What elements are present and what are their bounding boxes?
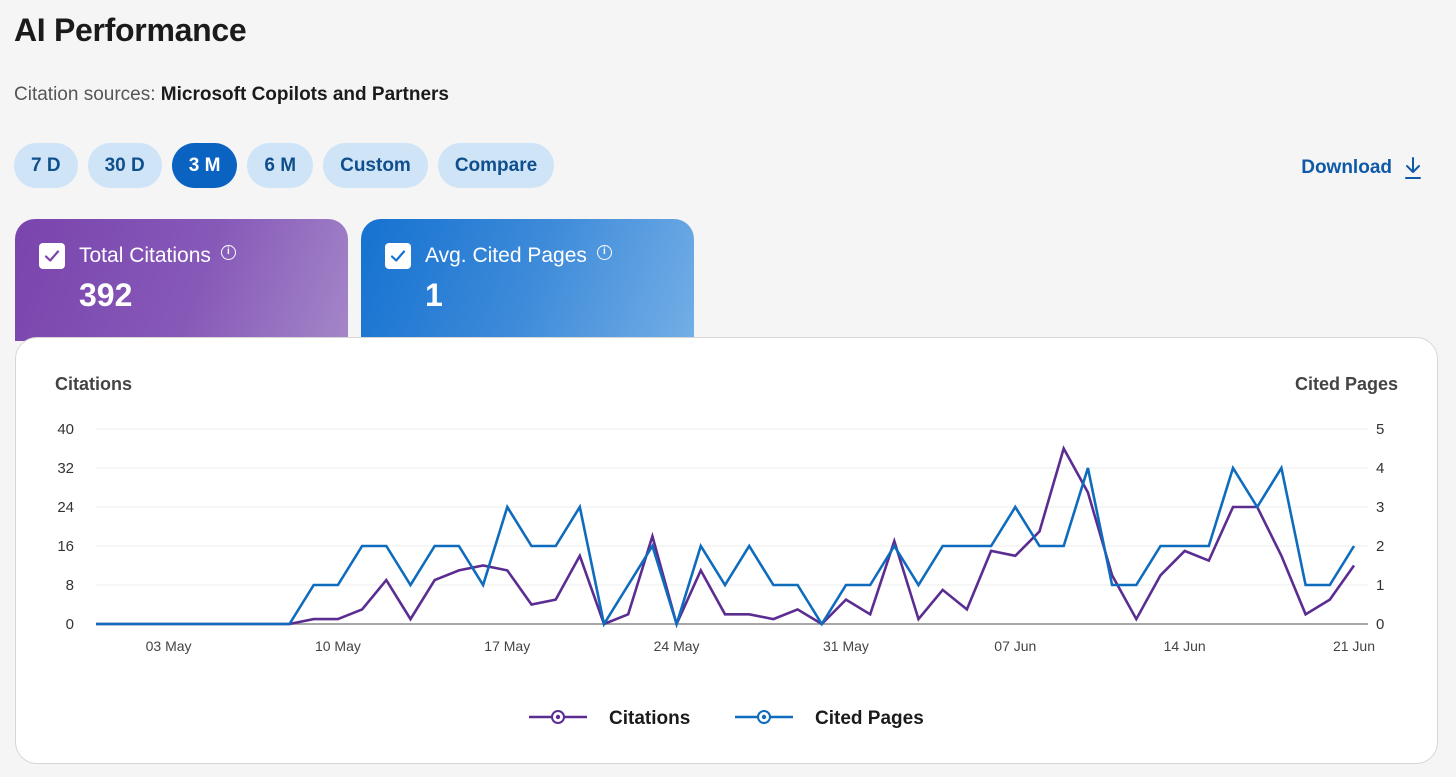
range-3m-button[interactable]: 3 M	[171, 143, 238, 188]
range-compare-button[interactable]: Compare	[437, 143, 555, 188]
y-axis-label-left: Citations	[55, 374, 132, 394]
y2-tick-label: 0	[1376, 616, 1384, 633]
x-tick-label: 17 May	[484, 638, 530, 654]
legend-label-citations: Citations	[609, 708, 690, 729]
info-icon[interactable]: i	[220, 244, 236, 260]
legend-marker-dot-citations	[555, 714, 561, 720]
x-tick-label: 31 May	[823, 638, 869, 654]
y-axis-label-right: Cited Pages	[1295, 374, 1398, 394]
chart-card: Citations Cited Pages 0 0 8 1 16 2 24 3 32 4 40 5 03 M…	[15, 337, 1438, 764]
total-citations-checkbox[interactable]	[39, 243, 65, 269]
x-tick-label: 24 May	[654, 638, 700, 654]
avg-cited-pages-value: 1	[425, 277, 443, 313]
y2-tick-label: 3	[1376, 499, 1384, 516]
download-icon	[1405, 157, 1421, 179]
avg-cited-pages-checkbox[interactable]	[385, 243, 411, 269]
page-title: AI Performance	[14, 12, 247, 48]
range-custom-button[interactable]: Custom	[323, 143, 428, 188]
total-citations-label: Total Citations	[79, 244, 211, 267]
x-tick-label: 21 Jun	[1333, 638, 1375, 654]
legend-marker-dot-cited-pages	[761, 714, 767, 720]
y-tick-label: 40	[57, 421, 74, 438]
download-button[interactable]: Download	[1301, 156, 1422, 180]
checkmark-icon	[44, 250, 60, 262]
range-6m-button[interactable]: 6 M	[247, 143, 314, 188]
y2-tick-label: 1	[1376, 577, 1384, 594]
download-label: Download	[1301, 157, 1392, 178]
y-tick-label: 24	[57, 499, 74, 516]
avg-cited-pages-card[interactable]: Avg. Cited Pages i 1	[361, 219, 694, 341]
citation-sources-value: Microsoft Copilots and Partners	[160, 84, 449, 105]
total-citations-card[interactable]: Total Citations i 392	[15, 219, 348, 341]
y-tick-label: 32	[57, 460, 74, 477]
series-line-citations	[96, 445, 1356, 628]
x-tick-label: 07 Jun	[994, 638, 1036, 654]
citation-sources-label: Citation sources:	[14, 84, 156, 105]
x-tick-label: 14 Jun	[1164, 638, 1206, 654]
y-tick-label: 16	[57, 538, 74, 555]
legend-label-cited-pages: Cited Pages	[815, 708, 924, 729]
y2-tick-label: 2	[1376, 538, 1384, 555]
citation-sources: Citation sources: Microsoft Copilots and…	[14, 84, 449, 106]
y2-tick-label: 4	[1376, 460, 1384, 477]
range-30d-button[interactable]: 30 D	[87, 143, 162, 188]
range-7d-button[interactable]: 7 D	[14, 143, 78, 188]
y-tick-label: 0	[66, 616, 74, 633]
x-tick-label: 03 May	[146, 638, 192, 654]
info-icon[interactable]: i	[596, 244, 612, 260]
total-citations-value: 392	[79, 277, 133, 313]
date-range-selector: 7 D 30 D 3 M 6 M Custom Compare	[14, 143, 555, 188]
x-tick-label: 10 May	[315, 638, 361, 654]
y2-tick-label: 5	[1376, 421, 1384, 438]
y-tick-label: 8	[66, 577, 74, 594]
avg-cited-pages-label: Avg. Cited Pages	[425, 244, 587, 267]
checkmark-icon	[390, 250, 406, 262]
line-chart: Citations Cited Pages 0 0 8 1 16 2 24 3 32 4 40 5 03 M…	[55, 374, 1398, 729]
page: AI Performance Citation sources: Microso…	[0, 0, 1456, 777]
